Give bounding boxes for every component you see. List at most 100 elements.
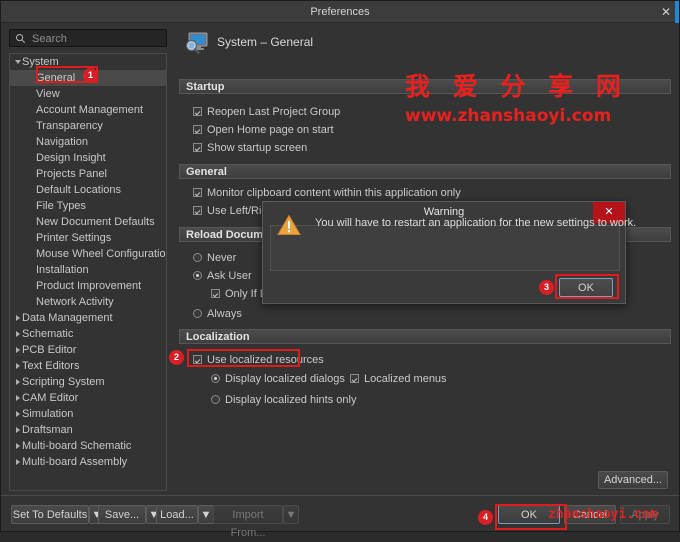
tree-node-label: System bbox=[22, 56, 59, 68]
radio-icon bbox=[193, 253, 202, 262]
search-box[interactable] bbox=[9, 29, 167, 48]
sidebar-item-label: Draftsman bbox=[22, 424, 73, 436]
sidebar-item-navigation[interactable]: Navigation bbox=[10, 134, 166, 150]
chevron-right-icon bbox=[16, 347, 20, 353]
sidebar-item-printer-settings[interactable]: Printer Settings bbox=[10, 230, 166, 246]
sidebar-item-label: Network Activity bbox=[36, 296, 114, 308]
footer-bar: Set To Defaults ▼ Save... ▼ Load... ▼ Im… bbox=[1, 495, 679, 539]
sidebar-item-new-document-defaults[interactable]: New Document Defaults bbox=[10, 214, 166, 230]
sidebar-item-view[interactable]: View bbox=[10, 86, 166, 102]
warning-dialog: Warning ✕ You will have to restart an ap… bbox=[262, 201, 636, 304]
sidebar-item-label: Navigation bbox=[36, 136, 88, 148]
checkbox-localized-menus[interactable]: Localized menus bbox=[350, 372, 447, 386]
import-from-dropdown[interactable]: ▼ bbox=[283, 505, 299, 524]
search-input[interactable] bbox=[30, 30, 166, 48]
sidebar-item-label: CAM Editor bbox=[22, 392, 79, 404]
sidebar-item-text-editors[interactable]: Text Editors bbox=[10, 358, 166, 374]
sidebar-item-file-types[interactable]: File Types bbox=[10, 198, 166, 214]
cancel-button[interactable]: Cancel bbox=[564, 505, 616, 524]
save-button[interactable]: Save... bbox=[98, 505, 146, 524]
import-from-button[interactable]: Import From... bbox=[213, 505, 283, 539]
sidebar-item-account-management[interactable]: Account Management bbox=[10, 102, 166, 118]
radio-display-localized-dialogs[interactable]: Display localized dialogs bbox=[211, 372, 345, 386]
checkbox-icon bbox=[193, 107, 202, 116]
radio-never[interactable]: Never bbox=[193, 251, 236, 265]
sidebar-item-data-management[interactable]: Data Management bbox=[10, 310, 166, 326]
checkbox-icon bbox=[350, 374, 359, 383]
chevron-right-icon bbox=[16, 379, 20, 385]
sidebar-item-product-improvement[interactable]: Product Improvement bbox=[10, 278, 166, 294]
title-bar: Preferences ✕ bbox=[1, 1, 679, 23]
dialog-ok-button[interactable]: OK bbox=[559, 278, 613, 297]
radio-icon bbox=[193, 271, 202, 280]
tree-node-system[interactable]: System bbox=[10, 54, 166, 70]
dialog-message: You will have to restart an application … bbox=[315, 217, 637, 229]
checkbox-icon bbox=[193, 206, 202, 215]
sidebar-item-network-activity[interactable]: Network Activity bbox=[10, 294, 166, 310]
sidebar-item-default-locations[interactable]: Default Locations bbox=[10, 182, 166, 198]
sidebar-item-scripting-system[interactable]: Scripting System bbox=[10, 374, 166, 390]
close-icon[interactable]: ✕ bbox=[657, 4, 675, 20]
sidebar-item-label: Installation bbox=[36, 264, 89, 276]
option-label: Show startup screen bbox=[207, 142, 308, 154]
option-label: Always bbox=[207, 308, 242, 320]
option-label: Display localized dialogs bbox=[225, 373, 345, 385]
radio-display-localized-hints-only[interactable]: Display localized hints only bbox=[211, 393, 356, 407]
sidebar-item-label: Simulation bbox=[22, 408, 74, 420]
chevron-right-icon bbox=[16, 395, 20, 401]
sidebar-item-cam-editor[interactable]: CAM Editor bbox=[10, 390, 166, 406]
warning-triangle-icon bbox=[277, 214, 301, 235]
sidebar-item-mouse-wheel-configuration[interactable]: Mouse Wheel Configuration bbox=[10, 246, 166, 262]
checkbox-icon bbox=[193, 188, 202, 197]
set-to-defaults-button[interactable]: Set To Defaults bbox=[11, 505, 89, 524]
apply-button[interactable]: Apply bbox=[620, 505, 670, 524]
sidebar-item-label: Design Insight bbox=[36, 152, 106, 164]
checkbox-use-localized-resources[interactable]: Use localized resources bbox=[193, 353, 324, 367]
sidebar-item-simulation[interactable]: Simulation bbox=[10, 406, 166, 422]
chevron-down-icon bbox=[15, 60, 21, 64]
option-label: Display localized hints only bbox=[225, 394, 357, 406]
option-label: Reopen Last Project Group bbox=[207, 106, 341, 118]
search-icon bbox=[15, 33, 26, 44]
sidebar-item-transparency[interactable]: Transparency bbox=[10, 118, 166, 134]
chevron-right-icon bbox=[16, 331, 20, 337]
checkbox-open-home-page-on-start[interactable]: Open Home page on start bbox=[193, 123, 334, 137]
load-button[interactable]: Load... bbox=[156, 505, 198, 524]
sidebar-item-label: Text Editors bbox=[22, 360, 80, 372]
sidebar-item-projects-panel[interactable]: Projects Panel bbox=[10, 166, 166, 182]
settings-tree: System General View Account Management T… bbox=[9, 53, 167, 491]
sidebar-item-draftsman[interactable]: Draftsman bbox=[10, 422, 166, 438]
advanced-button[interactable]: Advanced... bbox=[598, 471, 668, 489]
option-label: Localized menus bbox=[364, 373, 447, 385]
sidebar-item-pcb-editor[interactable]: PCB Editor bbox=[10, 342, 166, 358]
radio-ask-user[interactable]: Ask User bbox=[193, 269, 252, 283]
chevron-right-icon bbox=[16, 459, 20, 465]
option-label: Open Home page on start bbox=[207, 124, 334, 136]
window-title: Preferences bbox=[310, 6, 370, 18]
chevron-right-icon bbox=[16, 363, 20, 369]
checkbox-reopen-last-project-group[interactable]: Reopen Last Project Group bbox=[193, 105, 340, 119]
chevron-right-icon bbox=[16, 411, 20, 417]
chevron-right-icon bbox=[16, 443, 20, 449]
titlebar-accent bbox=[675, 1, 679, 23]
option-label: Ask User bbox=[207, 270, 252, 282]
checkbox-monitor-clipboard[interactable]: Monitor clipboard content within this ap… bbox=[193, 186, 461, 200]
sidebar-item-schematic[interactable]: Schematic bbox=[10, 326, 166, 342]
sidebar-item-label: View bbox=[36, 88, 60, 100]
sidebar-item-label: Multi-board Schematic bbox=[22, 440, 132, 452]
sidebar-item-installation[interactable]: Installation bbox=[10, 262, 166, 278]
sidebar-item-label: Default Locations bbox=[36, 184, 121, 196]
ok-button[interactable]: OK bbox=[498, 505, 560, 524]
radio-always[interactable]: Always bbox=[193, 307, 242, 321]
checkbox-icon bbox=[211, 289, 220, 298]
sidebar-item-label: Multi-board Assembly bbox=[22, 456, 128, 468]
load-dropdown[interactable]: ▼ bbox=[198, 505, 214, 524]
sidebar-item-label: File Types bbox=[36, 200, 86, 212]
checkbox-show-startup-screen[interactable]: Show startup screen bbox=[193, 141, 307, 155]
sidebar-item-multi-board-assembly[interactable]: Multi-board Assembly bbox=[10, 454, 166, 470]
sidebar-item-design-insight[interactable]: Design Insight bbox=[10, 150, 166, 166]
dialog-body bbox=[270, 225, 620, 271]
sidebar-item-general[interactable]: General bbox=[10, 70, 166, 86]
sidebar-item-multi-board-schematic[interactable]: Multi-board Schematic bbox=[10, 438, 166, 454]
sidebar-item-label: PCB Editor bbox=[22, 344, 77, 356]
